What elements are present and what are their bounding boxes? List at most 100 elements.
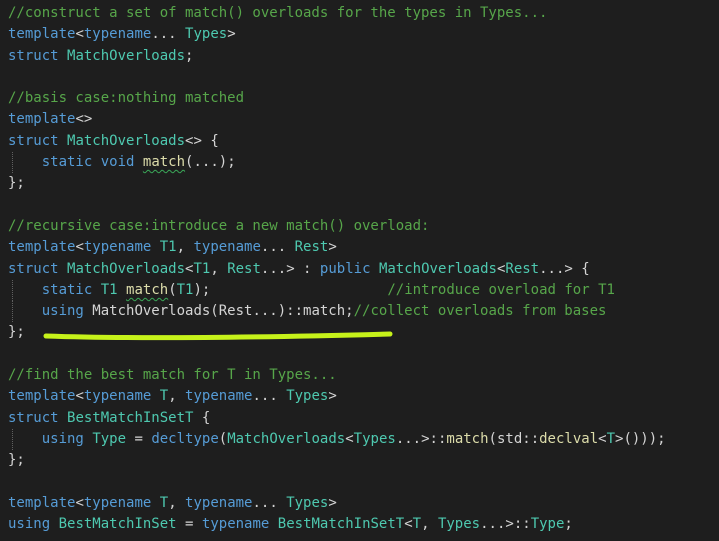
code-line: using BestMatchInSet = typename BestMatc… [8, 514, 719, 535]
code-token: Types [353, 430, 396, 447]
code-line: struct MatchOverloads; [8, 46, 719, 67]
code-token: struct [8, 409, 59, 426]
code-token: typename [83, 239, 152, 256]
code-token: struct [8, 260, 59, 277]
code-token: template [8, 388, 76, 405]
code-line: using MatchOverloads(Rest...)::match;//c… [8, 301, 719, 323]
code-token: Rest [505, 260, 540, 277]
code-token: Rest [227, 260, 261, 277]
code-token: }; [8, 452, 25, 469]
code-token: ); [193, 281, 388, 298]
code-token: typename [193, 239, 261, 256]
code-token: static [41, 281, 93, 298]
code-line: template<typename T1, typename... Rest> [8, 237, 719, 258]
code-token: ...>:: [395, 430, 447, 447]
code-token: ( [218, 430, 228, 447]
code-line: }; [8, 173, 719, 194]
code-token: >())); [615, 430, 666, 447]
code-token: T [159, 494, 169, 511]
code-token: public [319, 260, 371, 277]
code-token: BestMatchInSetT [67, 409, 194, 426]
code-token: , [210, 260, 228, 277]
code-token: > [328, 494, 337, 511]
indent-guide [12, 428, 13, 451]
code-token: typename [83, 388, 152, 405]
code-token: MatchOverloads [67, 47, 186, 64]
code-token: Types [437, 516, 481, 533]
code-token: //basis case:nothing matched [8, 90, 245, 107]
code-line: //find the best match for T in Types... [8, 365, 719, 386]
code-line: struct MatchOverloads<> { [8, 131, 719, 152]
code-token: { [193, 409, 211, 426]
code-token: match [126, 281, 169, 298]
code-token: Type [92, 430, 127, 447]
code-token: typename [185, 494, 253, 511]
code-token: MatchOverloads [378, 260, 497, 277]
code-line: struct BestMatchInSetT { [8, 408, 719, 429]
code-line: using Type = decltype(MatchOverloads<Typ… [8, 428, 719, 451]
code-token: ... [252, 388, 287, 405]
code-token: <> { [185, 132, 219, 149]
code-token: declval [539, 430, 599, 447]
code-editor[interactable]: //construct a set of match() overloads f… [0, 0, 719, 541]
code-token: < [404, 516, 413, 533]
code-token: T [412, 516, 422, 533]
code-token: //collect overloads from bases [353, 303, 607, 320]
code-token: using [41, 430, 84, 447]
code-token: decltype [151, 430, 219, 447]
code-token: ; [564, 516, 573, 533]
code-token: match [446, 430, 489, 447]
code-token: typename [201, 516, 270, 533]
code-token: = [176, 516, 202, 533]
code-token: match [142, 154, 186, 171]
code-token: , [176, 239, 194, 256]
code-token: //find the best match for T in Types... [8, 367, 337, 384]
code-line: //basis case:nothing matched [8, 88, 719, 109]
code-token: T1 [100, 281, 118, 298]
code-line: template<typename T, typename... Types> [8, 493, 719, 514]
code-token: ( [168, 281, 177, 298]
code-token: Types [185, 26, 228, 43]
code-token: < [75, 388, 84, 405]
code-token: < [75, 494, 84, 511]
code-line: static T1 match(T1); //introduce overloa… [8, 279, 719, 302]
code-token: //introduce overload for T1 [387, 281, 615, 298]
code-token: ... [260, 239, 295, 256]
code-token: T1 [193, 260, 211, 277]
code-lines: //construct a set of match() overloads f… [8, 3, 719, 535]
code-line: template<typename... Types> [8, 24, 719, 45]
code-line: template<> [8, 109, 719, 130]
code-token: template [8, 494, 76, 511]
code-token: Types [286, 388, 329, 405]
code-token: MatchOverloads [67, 132, 186, 149]
indent-guide [12, 152, 13, 174]
highlighter-underline-mark [43, 331, 393, 341]
code-token: struct [8, 47, 59, 64]
code-line: }; [8, 450, 719, 471]
code-token: BestMatchInSet [58, 516, 177, 533]
code-token: MatchOverloads [227, 430, 346, 447]
code-token: typename [83, 26, 152, 43]
indent-guide [12, 279, 13, 302]
code-token: static [41, 154, 93, 171]
code-token: = [126, 430, 152, 447]
code-line: static void match(...); [8, 152, 719, 174]
code-token: using [8, 516, 51, 533]
